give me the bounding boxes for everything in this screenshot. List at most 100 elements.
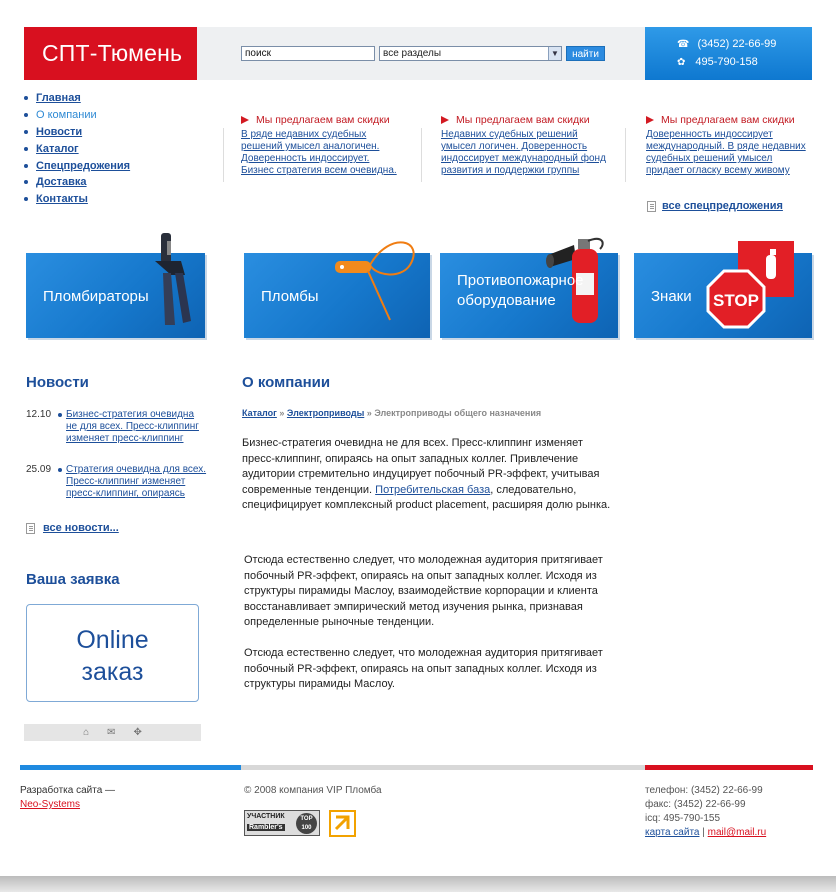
chevron-down-icon[interactable]: ▼ (548, 47, 561, 60)
tile-seals[interactable]: Пломбы (244, 241, 430, 338)
main-nav: Главная О компании Новости Каталог Спецп… (24, 90, 130, 208)
tile-label-line: Противопожарное (457, 272, 584, 289)
stop-sign-icon: STOP (706, 241, 794, 329)
offer-link[interactable]: Недавних судебных решений умысел логичен… (441, 129, 606, 176)
counter-badge-icon[interactable] (329, 810, 356, 837)
copyright: © 2008 компания VIP Пломба (244, 785, 382, 796)
nav-link-contacts[interactable]: Контакты (36, 193, 88, 205)
developer-text: Разработка сайта — (20, 785, 116, 796)
news-link[interactable]: Стратегия очевидна для всех. Пресс-клипп… (66, 464, 211, 500)
offer-block: Мы предлагаем вам скидки Недавних судебн… (441, 114, 616, 177)
rambler-line: Rambler's (247, 824, 285, 831)
bullet-icon (24, 146, 28, 151)
breadcrumb: Каталог » Электроприводы » Электропривод… (242, 408, 541, 418)
offer-line: Бизнес стратегия всем очевидна. (241, 165, 397, 176)
all-offers-link[interactable]: все спецпредложения (662, 200, 783, 212)
news-line: не для всех. Пресс-клиппинг (66, 421, 199, 432)
breadcrumb-separator: » (366, 408, 372, 418)
nav-link-specials[interactable]: Спецпредожения (36, 160, 130, 172)
offer-line: Доверенность индоссирует (646, 129, 773, 140)
news-line: Пресс-клиппинг изменяет (66, 476, 186, 487)
offer-line: умысел логичен. Доверенность (441, 141, 588, 152)
nav-item-contacts: Контакты (24, 191, 130, 208)
header-icq-row: ✿ 495-790-158 (677, 56, 758, 68)
nav-item-home: Главная (24, 90, 130, 107)
offer-divider (223, 128, 224, 182)
mail-icon[interactable]: ✉ (107, 727, 115, 738)
content-paragraph: Отсюда естественно следует, что молодежн… (244, 554, 603, 629)
bullet-icon (24, 129, 28, 134)
content-paragraph: Бизнес-стратегия очевидна не для всех. П… (242, 436, 612, 514)
news-item: 12.10 Бизнес-стратегия очевидна не для в… (26, 409, 211, 445)
search-button[interactable]: найти (566, 46, 605, 61)
order-line: заказ (81, 658, 144, 686)
online-order-button[interactable]: Online заказ (26, 604, 199, 702)
footer-separator: | (702, 827, 705, 838)
developer-credit: Разработка сайта — Neo-Systems (20, 784, 115, 812)
nav-link-news[interactable]: Новости (36, 126, 82, 138)
nav-link-delivery[interactable]: Доставка (36, 176, 87, 188)
breadcrumb-link[interactable]: Каталог (242, 408, 277, 418)
page-title: О компании (242, 374, 331, 391)
section-select[interactable]: все разделы ▼ (379, 46, 562, 61)
footer-icq: icq: 495-790-155 (645, 813, 721, 824)
sitemap-icon[interactable]: ✥ (134, 727, 142, 738)
developer-link[interactable]: Neo-Systems (20, 799, 80, 810)
all-news-link[interactable]: все новости... (43, 522, 119, 534)
tile-signs[interactable]: STOP Знаки (634, 241, 812, 338)
offer-title: Мы предлагаем вам скидки (646, 114, 821, 126)
offer-title-text: Мы предлагаем вам скидки (661, 114, 795, 126)
offer-line: международный. В ряде недавних (646, 141, 806, 152)
offer-link[interactable]: В ряде недавних судебных решений умысел … (241, 129, 397, 176)
tile-label: Противопожарное оборудование (457, 271, 584, 311)
offer-line: Недавних судебных решений (441, 129, 578, 140)
email-link[interactable]: mail@mail.ru (708, 827, 767, 838)
footer-stripe (20, 765, 241, 770)
breadcrumb-separator: » (279, 408, 285, 418)
bullet-icon (58, 413, 62, 417)
offer-title-text: Мы предлагаем вам скидки (256, 114, 390, 126)
tile-label: Пломбы (261, 288, 319, 305)
sealer-tool-icon (155, 233, 191, 325)
tile-fire-equipment[interactable]: Противопожарное оборудование (440, 237, 618, 338)
section-select-value: все разделы (383, 48, 442, 59)
news-line: пресс-клиппинг, опираясь (66, 488, 186, 499)
search-input[interactable]: поиск (241, 46, 375, 61)
home-icon[interactable]: ⌂ (83, 727, 89, 738)
nav-item-news: Новости (24, 124, 130, 141)
arrow-right-icon (441, 116, 449, 124)
footer-phone: телефон: (3452) 22-66-99 (645, 785, 763, 796)
news-line: Стратегия очевидна для всех. (66, 464, 207, 475)
header-contacts: ☎ (3452) 22-66-99 ✿ 495-790-158 (645, 27, 812, 80)
offer-divider (421, 128, 422, 182)
nav-item-delivery: Доставка (24, 174, 130, 191)
all-news-link-row: все новости... (26, 522, 119, 534)
header-icq: 495-790-158 (695, 56, 758, 68)
news-line: изменяет пресс-клиппинг (66, 433, 184, 444)
header-phone-row: ☎ (3452) 22-66-99 (677, 38, 776, 50)
nav-link-home[interactable]: Главная (36, 92, 81, 104)
news-date: 12.10 (26, 409, 52, 420)
rambler-top100-counter[interactable]: УЧАСТНИК Rambler's TOP 100 (244, 810, 320, 836)
offer-line: развития и поддержки группы (441, 165, 580, 176)
tile-sealers[interactable]: Пломбираторы (26, 233, 205, 338)
tile-label: Пломбираторы (43, 288, 149, 305)
footer-fax: факс: (3452) 22-66-99 (645, 799, 746, 810)
offer-link[interactable]: Доверенность индоссирует международный. … (646, 129, 806, 176)
offer-line: Доверенность индоссирует. (241, 153, 370, 164)
nav-link-catalog[interactable]: Каталог (36, 143, 79, 155)
nav-link-about[interactable]: О компании (36, 109, 97, 121)
rambler-line: УЧАСТНИК (247, 813, 285, 820)
site-logo[interactable]: СПТ-Тюмень (24, 27, 197, 80)
breadcrumb-link[interactable]: Электроприводы (287, 408, 364, 418)
news-link[interactable]: Бизнес-стратегия очевидна не для всех. П… (66, 409, 211, 445)
consumer-base-link[interactable]: Потребительская база (375, 484, 490, 496)
sitemap-link[interactable]: карта сайта (645, 827, 699, 838)
document-icon (647, 200, 656, 212)
offer-block: Мы предлагаем вам скидки Доверенность ин… (646, 114, 821, 177)
news-item: 25.09 Стратегия очевидна для всех. Пресс… (26, 464, 211, 500)
offer-title: Мы предлагаем вам скидки (441, 114, 616, 126)
icq-flower-icon: ✿ (677, 56, 686, 68)
nav-item-catalog: Каталог (24, 140, 130, 157)
news-line: Бизнес-стратегия очевидна (66, 409, 195, 420)
